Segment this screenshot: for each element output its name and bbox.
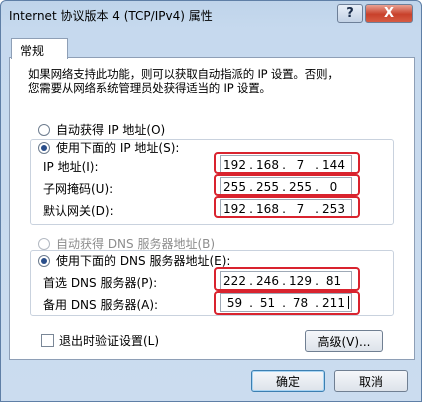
octet: 255 — [223, 179, 246, 194]
ip-address-label: IP 地址(I): — [43, 160, 99, 174]
octet: 168 — [256, 157, 279, 172]
cancel-button[interactable]: 取消 — [334, 370, 408, 392]
radio-unselected-icon — [38, 123, 50, 136]
octet: 168 — [256, 201, 279, 216]
octet: 129 — [289, 273, 312, 288]
window-title: Internet 协议版本 4 (TCP/IPv4) 属性 — [9, 9, 213, 23]
manual-dns-radio[interactable]: 使用下面的 DNS 服务器地址(E): — [38, 252, 230, 269]
octet: 78 — [292, 295, 309, 310]
octet: 59 — [226, 295, 243, 310]
octet: 7 — [296, 157, 305, 172]
octet: 192 — [223, 157, 246, 172]
preferred-dns-input[interactable]: 222. 246. 129. 81 — [220, 271, 352, 290]
subnet-mask-label: 子网掩码(U): — [43, 182, 114, 196]
auto-dns-radio[interactable]: 自动获得 DNS 服务器地址(B) — [38, 235, 215, 252]
octet: 255 — [256, 179, 279, 194]
octet: 211 — [322, 295, 345, 310]
help-icon: ? — [346, 6, 354, 21]
default-gateway-input[interactable]: 192. 168. 7. 253 — [220, 199, 352, 218]
auto-ip-label: 自动获得 IP 地址(O) — [56, 123, 166, 137]
manual-dns-label: 使用下面的 DNS 服务器地址(E): — [56, 254, 231, 268]
radio-selected-icon — [38, 254, 50, 267]
octet: 7 — [296, 201, 305, 216]
octet: 246 — [256, 273, 279, 288]
octet: 81 — [325, 273, 342, 288]
octet: 144 — [322, 157, 345, 172]
octet: 51 — [259, 295, 276, 310]
auto-ip-radio[interactable]: 自动获得 IP 地址(O) — [38, 121, 165, 138]
title-bar[interactable]: Internet 协议版本 4 (TCP/IPv4) 属性 ? X — [1, 1, 421, 29]
text-cursor — [348, 296, 349, 309]
preferred-dns-label: 首选 DNS 服务器(P): — [43, 276, 158, 290]
octet: 253 — [322, 201, 345, 216]
description-line-1: 如果网络支持此功能，则可以获取自动指派的 IP 设置。否则， — [28, 67, 339, 81]
validate-on-exit-checkbox[interactable]: 退出时验证设置(L) — [41, 332, 159, 349]
close-button[interactable]: X — [365, 4, 413, 23]
ip-address-input[interactable]: 192. 168. 7. 144 — [220, 155, 352, 174]
radio-selected-icon — [38, 141, 50, 154]
auto-dns-label: 自动获得 DNS 服务器地址(B) — [56, 237, 216, 251]
octet: 192 — [223, 201, 246, 216]
radio-disabled-icon — [38, 237, 50, 250]
cancel-button-label: 取消 — [358, 374, 383, 389]
help-button[interactable]: ? — [337, 4, 363, 23]
manual-ip-label: 使用下面的 IP 地址(S): — [56, 141, 180, 155]
octet: 0 — [329, 179, 338, 194]
close-icon: X — [383, 6, 395, 21]
advanced-button[interactable]: 高级(V)... — [305, 330, 383, 352]
octet: 255 — [289, 179, 312, 194]
description-line-2: 您需要从网络系统管理员处获得适当的 IP 设置。 — [28, 81, 271, 95]
subnet-mask-input[interactable]: 255. 255. 255. 0 — [220, 177, 352, 196]
tab-general-label: 常规 — [20, 44, 45, 58]
default-gateway-label: 默认网关(D): — [43, 204, 114, 218]
advanced-button-label: 高级(V)... — [317, 334, 371, 349]
validate-on-exit-label: 退出时验证设置(L) — [59, 334, 160, 348]
description-text: 如果网络支持此功能，则可以获取自动指派的 IP 设置。否则， 您需要从网络系统管… — [28, 67, 398, 95]
alternate-dns-label: 备用 DNS 服务器(A): — [43, 298, 159, 312]
tab-general[interactable]: 常规 — [11, 38, 68, 59]
manual-ip-radio[interactable]: 使用下面的 IP 地址(S): — [38, 139, 179, 156]
ok-button[interactable]: 确定 — [251, 370, 325, 392]
octet: 222 — [223, 273, 246, 288]
alternate-dns-input[interactable]: 59. 51. 78. 211 — [220, 293, 352, 312]
checkbox-unchecked-icon — [41, 334, 54, 347]
dialog-window: Internet 协议版本 4 (TCP/IPv4) 属性 ? X 常规 如果网… — [0, 0, 422, 402]
ok-button-label: 确定 — [275, 374, 300, 389]
